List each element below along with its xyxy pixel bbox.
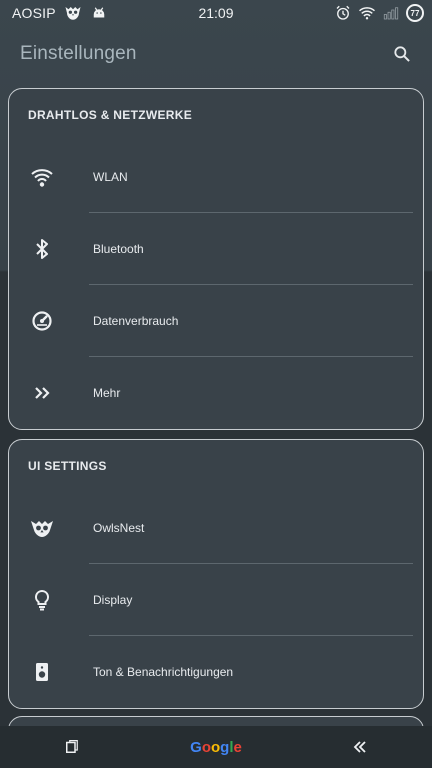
google-letter: o	[201, 738, 211, 756]
wifi-icon	[9, 141, 93, 213]
settings-item-display[interactable]: Display	[9, 564, 423, 636]
section-header: UI SETTINGS	[28, 459, 107, 473]
bluetooth-icon	[9, 213, 93, 285]
settings-item-label: Mehr	[93, 386, 121, 400]
owl-icon	[64, 4, 82, 22]
settings-item-label: Display	[93, 593, 133, 607]
carrier-label: AOSIP	[12, 5, 56, 21]
status-right: 77	[334, 4, 424, 22]
more-chevrons-icon	[9, 357, 93, 429]
google-button[interactable]: Google	[186, 726, 246, 768]
back-chevrons-icon[interactable]	[330, 726, 390, 768]
app-bar: Einstellungen	[0, 26, 432, 82]
recents-icon[interactable]	[42, 726, 102, 768]
settings-screen: AOSIP 21:09 77 Einstellungen DRAHTLOS & …	[0, 0, 432, 768]
status-left: AOSIP	[12, 4, 162, 22]
wifi-icon	[358, 4, 376, 22]
google-letter: G	[190, 738, 202, 756]
section-header: DRAHTLOS & NETZWERKE	[28, 108, 192, 122]
settings-item-label: WLAN	[93, 170, 128, 184]
settings-item-label: Ton & Benachrichtigungen	[93, 665, 234, 679]
settings-item-label: Datenverbrauch	[93, 314, 179, 328]
speaker-icon	[9, 636, 93, 708]
alarm-icon	[334, 4, 352, 22]
settings-item-data-usage[interactable]: Datenverbrauch	[9, 285, 423, 357]
signal-icon	[382, 4, 400, 22]
settings-item-label: Bluetooth	[93, 242, 144, 256]
data-usage-icon	[9, 285, 93, 357]
google-letter: o	[210, 738, 221, 756]
google-letter: g	[220, 738, 230, 756]
google-letter: e	[233, 738, 242, 756]
settings-item-wlan[interactable]: WLAN	[9, 141, 423, 213]
android-icon	[90, 4, 108, 22]
settings-item-sound-notifications[interactable]: Ton & Benachrichtigungen	[9, 636, 423, 708]
settings-item-more[interactable]: Mehr	[9, 357, 423, 429]
navigation-bar: Google	[0, 726, 432, 768]
lightbulb-icon	[9, 564, 93, 636]
battery-icon: 77	[406, 4, 424, 22]
settings-item-bluetooth[interactable]: Bluetooth	[9, 213, 423, 285]
search-icon[interactable]	[390, 42, 414, 66]
page-title: Einstellungen	[20, 43, 137, 64]
section-wireless-networks: DRAHTLOS & NETZWERKE WLAN Bluetooth Date…	[8, 88, 424, 430]
status-bar: AOSIP 21:09 77	[0, 0, 432, 26]
google-label: Google	[190, 739, 242, 756]
section-ui-settings: UI SETTINGS OwlsNest Display Ton & Benac…	[8, 439, 424, 709]
settings-item-owlsnest[interactable]: OwlsNest	[9, 492, 423, 564]
settings-item-label: OwlsNest	[93, 521, 145, 535]
owl-icon	[9, 492, 93, 564]
